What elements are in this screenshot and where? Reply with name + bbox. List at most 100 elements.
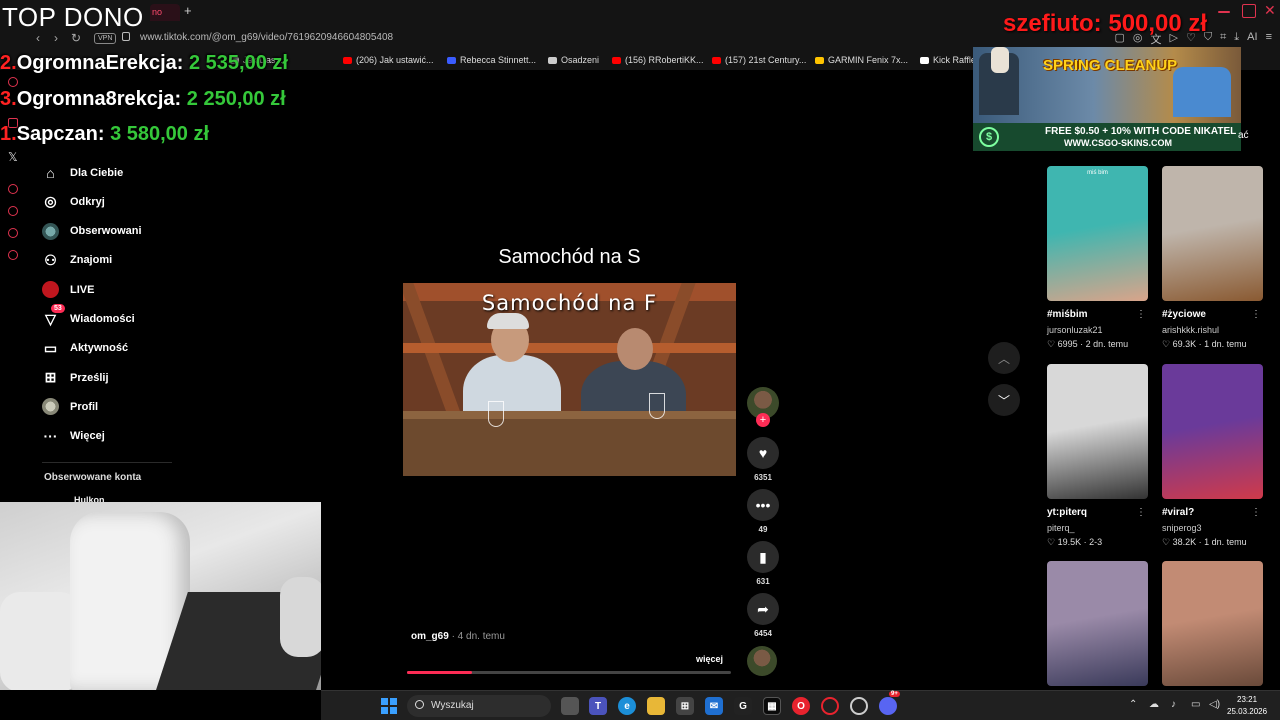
follow-plus-icon[interactable]: + — [756, 413, 770, 427]
sidebar-item-dla-ciebie[interactable]: ⌂ Dla Ciebie — [42, 164, 123, 181]
sidebar-item-obserwowani[interactable]: Obserwowani — [42, 222, 142, 240]
video-card-title[interactable]: #viral? — [1162, 507, 1263, 518]
comment-icon[interactable]: ••• — [747, 489, 779, 521]
ai-button[interactable]: AI — [1247, 31, 1257, 47]
app-icon[interactable]: ▦ — [763, 697, 781, 715]
settings-icon[interactable] — [8, 250, 18, 260]
close-icon[interactable]: ✕ — [1264, 2, 1276, 19]
snapshot-icon[interactable]: ⌗ — [1220, 31, 1226, 47]
video-thumbnail[interactable] — [1047, 561, 1148, 686]
menu-icon[interactable]: ≡ — [1266, 31, 1272, 47]
back-icon[interactable]: ‹ — [36, 31, 40, 45]
x-logo-icon[interactable]: 𝕏 — [8, 150, 18, 164]
sound-avatar[interactable] — [747, 646, 779, 676]
card-menu-icon[interactable]: ⋮ — [1251, 507, 1261, 518]
like-button[interactable]: ♥ 6351 — [747, 437, 779, 482]
lock-icon[interactable] — [122, 32, 130, 41]
sidebar-item-profil[interactable]: Profil — [42, 398, 98, 416]
volume-icon[interactable]: ◁) — [1209, 699, 1220, 710]
video-frame[interactable]: Samochód na F — [403, 283, 736, 476]
bookmark-item[interactable]: (157) 21st Century... — [712, 55, 806, 65]
sidebar-item-wiadomo-ci[interactable]: ▽ 53 Wiadomości — [42, 303, 135, 328]
discord-icon[interactable]: 9+ — [879, 691, 900, 715]
mail-icon[interactable]: ✉ — [705, 697, 723, 715]
share-icon[interactable]: ➦ — [747, 593, 779, 625]
video-thumbnail[interactable] — [1047, 364, 1148, 499]
video-card[interactable]: miś bim #miśbim ⋮ jursonluzak21 ♡ 6995 · 2 d… — [1047, 166, 1148, 350]
maximize-icon[interactable] — [1242, 4, 1256, 18]
more-link[interactable]: więcej — [696, 654, 723, 664]
heart-icon[interactable]: ♥ — [747, 437, 779, 469]
network-icon[interactable]: ▭ — [1191, 699, 1200, 710]
video-card-title[interactable]: #życiowe — [1162, 309, 1263, 320]
bookmark-icon[interactable]: ▮ — [747, 541, 779, 573]
sidebar-item-aktywno-[interactable]: ▭ Aktywność — [42, 340, 128, 357]
card-menu-icon[interactable]: ⋮ — [1251, 309, 1261, 320]
download-icon[interactable]: ⤓ — [1234, 31, 1239, 47]
video-card-title[interactable]: #miśbim — [1047, 309, 1148, 320]
ad-banner[interactable]: SPRING CLEANUP $ FREE $0.50 + 10% WITH C… — [973, 47, 1241, 151]
vpn-badge[interactable]: VPN — [94, 33, 117, 44]
video-card[interactable]: yt:piterq ⋮ piterq_ ♡ 19.5K · 2-3 — [1047, 364, 1148, 548]
reload-icon[interactable]: ↻ — [71, 31, 81, 45]
opera-gx-icon[interactable] — [821, 697, 839, 715]
video-thumbnail[interactable] — [1162, 166, 1263, 301]
store-icon[interactable]: ⊞ — [676, 697, 694, 715]
video-card-user[interactable]: jursonluzak21 — [1047, 325, 1148, 335]
video-thumbnail[interactable] — [1162, 364, 1263, 499]
tray-app-icon[interactable]: ☁ — [1149, 699, 1159, 710]
author-avatar-button[interactable]: + — [747, 387, 779, 427]
bookmark-item[interactable]: GARMIN Fenix 7x... — [815, 55, 908, 65]
sidebar-item-wi-cej[interactable]: ··· Więcej — [42, 428, 105, 445]
video-author[interactable]: om_g69 · 4 dn. temu — [411, 631, 505, 642]
sidebar-app-icon[interactable] — [8, 77, 18, 87]
next-video-button[interactable]: ﹀ — [988, 384, 1020, 416]
file-explorer-icon[interactable] — [647, 697, 665, 715]
system-clock[interactable]: 23:21 25.03.2026 — [1227, 694, 1267, 718]
sidebar-item-znajomi[interactable]: ⚇ Znajomi — [42, 252, 112, 269]
video-thumbnail[interactable] — [1162, 561, 1263, 686]
new-tab-button[interactable]: + — [184, 3, 192, 18]
save-button[interactable]: ▮ 631 — [747, 541, 779, 586]
card-menu-icon[interactable]: ⋮ — [1136, 309, 1146, 320]
obs-icon[interactable] — [850, 697, 868, 715]
sidebar-app-icon[interactable] — [8, 184, 18, 194]
forward-icon[interactable]: › — [54, 31, 58, 45]
video-card[interactable] — [1162, 561, 1263, 686]
opera-icon[interactable]: O — [792, 697, 810, 715]
sidebar-item-live[interactable]: LIVE — [42, 281, 94, 299]
ad-url[interactable]: WWW.CSGO-SKINS.COM — [1064, 138, 1172, 148]
bookmark-item[interactable]: (206) Jak ustawić... — [343, 55, 434, 65]
bookmark-item[interactable]: (156) RRobertiKK... — [612, 55, 704, 65]
video-card[interactable]: #życiowe ⋮ arishkkk.rishul ♡ 69.3K · 1 dn. … — [1162, 166, 1263, 350]
video-card-user[interactable]: piterq_ — [1047, 523, 1148, 533]
teams-icon[interactable]: T — [589, 697, 607, 715]
card-menu-icon[interactable]: ⋮ — [1136, 507, 1146, 518]
microphone-icon[interactable]: ♪ — [1171, 699, 1176, 710]
windows-start-icon[interactable] — [381, 698, 397, 714]
minimize-icon[interactable] — [1218, 11, 1230, 13]
video-card[interactable]: #viral? ⋮ sniperog3 ♡ 38.2K · 1 dn. temu — [1162, 364, 1263, 548]
sidebar-app-icon[interactable] — [8, 228, 18, 238]
video-card-user[interactable]: arishkkk.rishul — [1162, 325, 1263, 335]
bookmark-item[interactable]: Kick Raffle — [920, 55, 976, 65]
sidebar-item-prze-lij[interactable]: ⊞ Prześlij — [42, 369, 109, 386]
video-card[interactable] — [1047, 561, 1148, 686]
history-icon[interactable] — [8, 206, 18, 216]
bookmark-item[interactable]: Rebecca Stinnett... — [447, 55, 536, 65]
app-icon[interactable]: G — [734, 697, 752, 715]
video-progress[interactable] — [407, 671, 731, 674]
video-card-title[interactable]: yt:piterq — [1047, 507, 1148, 518]
video-card-user[interactable]: sniperog3 — [1162, 523, 1263, 533]
browser-tab[interactable]: no — [150, 4, 180, 21]
task-view-icon[interactable] — [561, 697, 579, 715]
bookmark-item[interactable]: Osadzeni — [548, 55, 599, 65]
video-thumbnail[interactable]: miś bim — [1047, 166, 1148, 301]
comment-button[interactable]: ••• 49 — [747, 489, 779, 534]
previous-video-button[interactable]: ︿ — [988, 342, 1020, 374]
taskbar-search[interactable]: Wyszukaj — [407, 695, 551, 717]
url-field[interactable]: www.tiktok.com/@om_g69/video/76196209466… — [140, 32, 393, 43]
sound-disc-icon[interactable] — [747, 646, 777, 676]
edge-icon[interactable]: e — [618, 697, 636, 715]
tray-chevron-icon[interactable]: ⌃ — [1129, 699, 1137, 710]
